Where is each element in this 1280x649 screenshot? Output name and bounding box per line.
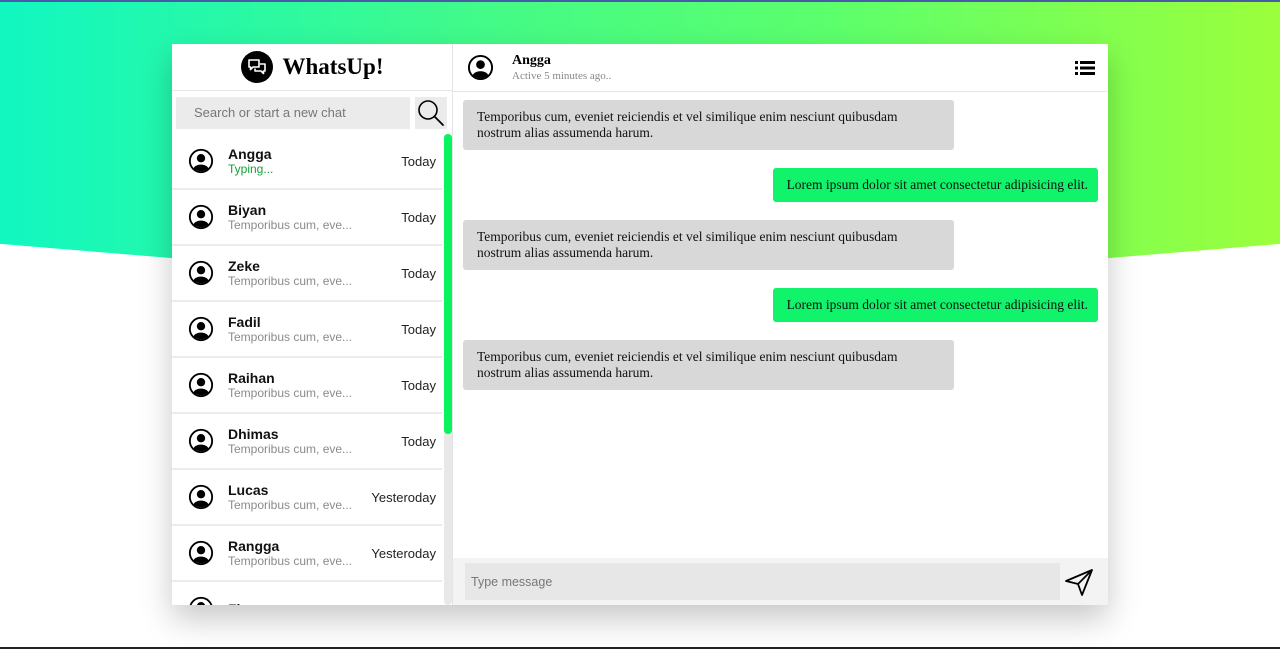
chat-list-item[interactable]: Dhimas Temporibus cum, eve... Today: [172, 414, 442, 470]
user-circle-icon: [188, 596, 214, 605]
user-circle-icon: [188, 204, 214, 230]
send-icon[interactable]: [1062, 565, 1096, 599]
conversation-header: Angga Active 5 minutes ago..: [453, 44, 1108, 92]
chat-time: Today: [401, 153, 436, 169]
chat-preview: Temporibus cum, eve...: [228, 554, 353, 568]
chat-time: Today: [401, 321, 436, 337]
sidebar: WhatsUp! AnggaTyping...TodayBiyanTempori…: [172, 44, 453, 605]
chat-list-item[interactable]: Rangga Temporibus cum, eve... Yesteroday: [172, 526, 442, 582]
chat-bubbles-icon: [240, 51, 273, 83]
chat-name: Rangga: [228, 538, 280, 554]
brand-header: WhatsUp!: [172, 44, 452, 91]
chat-time: Today: [401, 377, 436, 393]
chat-name: Biyan: [228, 202, 267, 218]
chat-list-item[interactable]: Lucas Temporibus cum, eve... Yesteroday: [172, 470, 442, 526]
contact-status: Active 5 minutes ago..: [512, 69, 612, 82]
user-circle-icon: [188, 316, 214, 342]
user-circle-icon: [188, 148, 214, 174]
chat-list: Angga Typing... Today Biyan Temporibus cum, …: [172, 134, 452, 605]
user-circle-icon: [188, 484, 214, 510]
brand-name: WhatsUp!: [282, 54, 384, 79]
chat-name: Fi: [228, 601, 436, 605]
user-circle-icon: [188, 372, 214, 398]
chat-name: Fadil: [228, 314, 261, 330]
chat-preview: Temporibus cum, eve...: [228, 218, 353, 232]
outgoing-message: Lorem ipsum dolor sit amet consectetur a…: [772, 168, 1098, 202]
chat-list-item[interactable]: Fi: [172, 582, 442, 605]
chat-info: Fadil Temporibus cum, eve...: [228, 314, 401, 344]
chat-name: Zeke: [228, 258, 260, 274]
chat-info: Raihan Temporibus cum, eve...: [228, 370, 401, 400]
user-circle-icon: [188, 428, 214, 454]
search-input[interactable]: [176, 96, 410, 129]
chat-name: Angga: [228, 146, 272, 162]
incoming-message: Temporibus cum, eveniet reiciendis et ve…: [463, 100, 954, 150]
search-bar: [172, 91, 452, 134]
chat-preview: Temporibus cum, eve...: [228, 330, 353, 344]
chat-info: Dhimas Temporibus cum, eve...: [228, 426, 401, 456]
list-menu-icon[interactable]: [1074, 57, 1096, 79]
chat-preview: Temporibus cum, eve...: [228, 442, 353, 456]
chat-preview: Typing...: [228, 162, 274, 176]
chat-list-item[interactable]: Zeke Temporibus cum, eve... Today: [172, 246, 442, 302]
chat-info: Zeke Temporibus cum, eve...: [228, 258, 401, 288]
contact-info: Angga Active 5 minutes ago..: [512, 53, 1074, 83]
outgoing-message: Lorem ipsum dolor sit amet consectetur a…: [772, 288, 1098, 322]
incoming-message: Temporibus cum, eveniet reiciendis et ve…: [463, 340, 954, 390]
chat-name: Lucas: [228, 482, 269, 498]
message-input[interactable]: [465, 563, 1060, 600]
chat-list-item[interactable]: Raihan Temporibus cum, eve... Today: [172, 358, 442, 414]
chat-preview: Temporibus cum, eve...: [228, 498, 353, 512]
chat-time: Yesteroday: [371, 489, 436, 505]
chat-info: Lucas Temporibus cum, eve...: [228, 482, 371, 512]
user-circle-icon: [188, 540, 214, 566]
chat-time: Today: [401, 265, 436, 281]
chat-info: Angga Typing...: [228, 146, 401, 176]
chat-list-item[interactable]: Fadil Temporibus cum, eve... Today: [172, 302, 442, 358]
top-border: [0, 0, 1280, 2]
chat-time: Today: [401, 209, 436, 225]
chat-list-item[interactable]: Biyan Temporibus cum, eve... Today: [172, 190, 442, 246]
chat-time: Yesteroday: [371, 545, 436, 561]
incoming-message: Temporibus cum, eveniet reiciendis et ve…: [463, 220, 954, 270]
chat-app-window: WhatsUp! AnggaTyping...TodayBiyanTempori…: [172, 44, 1108, 605]
chat-info: Biyan Temporibus cum, eve...: [228, 202, 401, 232]
user-circle-icon: [188, 260, 214, 286]
user-circle-icon[interactable]: [467, 54, 494, 81]
chat-name: Raihan: [228, 370, 275, 386]
search-icon[interactable]: [415, 96, 447, 129]
contact-name: Angga: [512, 52, 551, 68]
message-thread: Temporibus cum, eveniet reiciendis et ve…: [453, 92, 1108, 558]
chat-preview: Temporibus cum, eve...: [228, 274, 353, 288]
scrollbar-thumb[interactable]: [444, 134, 452, 434]
chat-list-item[interactable]: Angga Typing... Today: [172, 134, 442, 190]
chat-info: Fi: [228, 601, 436, 605]
conversation-panel: Angga Active 5 minutes ago.. Temporibus …: [453, 44, 1108, 605]
chat-info: Rangga Temporibus cum, eve...: [228, 538, 371, 568]
message-composer: [453, 558, 1108, 605]
chat-time: Today: [401, 433, 436, 449]
chat-name: Dhimas: [228, 426, 279, 442]
chat-preview: Temporibus cum, eve...: [228, 386, 353, 400]
